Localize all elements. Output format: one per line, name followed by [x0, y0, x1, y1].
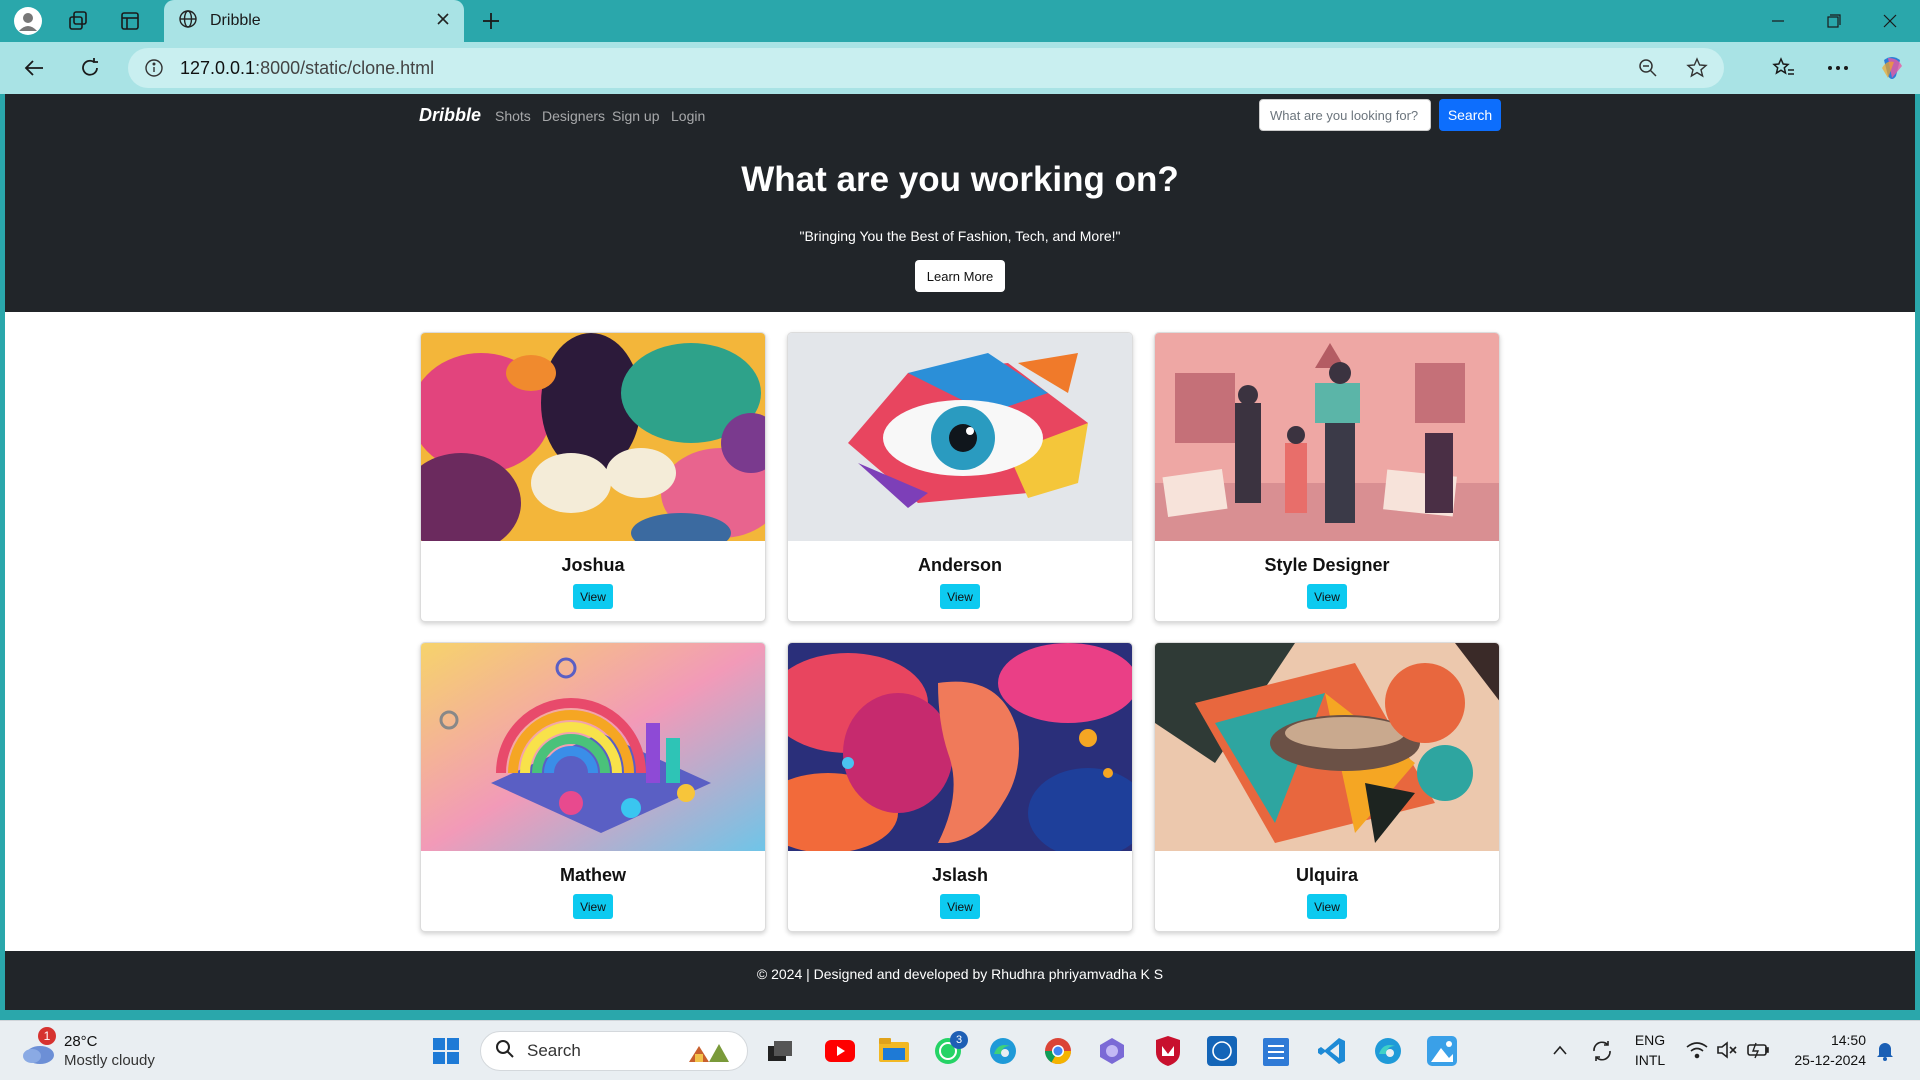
weather-desc: Mostly cloudy [64, 1052, 155, 1069]
close-tab-icon[interactable] [436, 12, 450, 31]
task-view-icon[interactable] [762, 1033, 798, 1069]
favorite-star-icon[interactable] [1686, 57, 1708, 84]
refresh-icon[interactable] [72, 51, 108, 85]
new-tab-icon[interactable] [475, 6, 507, 36]
lang-top[interactable]: ENG [1630, 1031, 1670, 1049]
card-joshua: Joshua View [420, 332, 766, 622]
dell-icon[interactable] [1204, 1033, 1240, 1069]
globe-icon [178, 9, 198, 34]
clock-date[interactable]: 25-12-2024 [1782, 1051, 1866, 1069]
profile-icon[interactable] [12, 6, 44, 36]
card-image [421, 643, 765, 851]
workspaces-icon[interactable] [62, 6, 94, 36]
clock-time[interactable]: 14:50 [1782, 1031, 1866, 1049]
browser-toolbar: 127.0.0.1:8000/static/clone.html [0, 42, 1920, 94]
address-bar[interactable]: 127.0.0.1:8000/static/clone.html [128, 48, 1724, 88]
back-icon[interactable] [16, 51, 52, 85]
card-title: Style Designer [1264, 555, 1390, 575]
nav-link-login[interactable]: Login [671, 108, 705, 124]
card-image [788, 643, 1132, 851]
copilot-icon[interactable] [1874, 51, 1910, 85]
notepad-icon[interactable] [1258, 1033, 1294, 1069]
mcafee-icon[interactable] [1150, 1033, 1186, 1069]
search-button[interactable]: Search [1439, 99, 1501, 131]
taskbar-search-label: Search [527, 1041, 581, 1060]
card-title: Ulquira [1295, 865, 1358, 885]
hero-title: What are you working on? [741, 160, 1179, 199]
card-title: Anderson [917, 555, 1002, 575]
card-title: Jslash [931, 865, 989, 885]
lang-bottom[interactable]: INTL [1630, 1051, 1670, 1069]
sync-icon[interactable] [1590, 1039, 1614, 1068]
view-button[interactable]: View [573, 584, 613, 609]
tab-actions-icon[interactable] [114, 6, 146, 36]
more-menu-icon[interactable] [1820, 51, 1856, 85]
card-title: Joshua [561, 555, 625, 575]
brand-logo[interactable]: Dribble [419, 105, 481, 126]
card-image [421, 333, 765, 541]
view-button[interactable]: View [940, 584, 980, 609]
view-button[interactable]: View [573, 894, 613, 919]
card-image [1155, 333, 1499, 541]
notification-bell-icon[interactable] [1876, 1041, 1894, 1066]
taskbar: 1 28°C Mostly cloudy Search 3 ENG INTL 1… [0, 1020, 1920, 1080]
chrome-icon[interactable] [1040, 1033, 1076, 1069]
search-input[interactable] [1259, 99, 1431, 131]
whatsapp-badge: 3 [950, 1031, 968, 1049]
card-image [788, 333, 1132, 541]
browser-tab-bar: Dribble [0, 0, 1920, 42]
wifi-icon[interactable] [1686, 1041, 1708, 1064]
card-jslash: Jslash View [787, 642, 1133, 932]
search-icon [495, 1039, 515, 1064]
card-title: Mathew [559, 865, 626, 885]
view-button[interactable]: View [940, 894, 980, 919]
card-mathew: Mathew View [420, 642, 766, 932]
favorites-icon[interactable] [1766, 51, 1802, 85]
volume-muted-icon[interactable] [1716, 1041, 1738, 1064]
page-viewport: Dribble Shots Designers Sign up Login Se… [5, 94, 1915, 1010]
weather-temp: 28°C [64, 1033, 98, 1050]
copilot-taskbar-icon[interactable] [1094, 1033, 1130, 1069]
learn-more-button[interactable]: Learn More [915, 260, 1005, 292]
vscode-icon[interactable] [1314, 1033, 1350, 1069]
edge-dev-icon[interactable] [1370, 1033, 1406, 1069]
site-header: Dribble Shots Designers Sign up Login Se… [5, 94, 1915, 312]
card-style-designer: Style Designer View [1154, 332, 1500, 622]
battery-icon[interactable] [1746, 1041, 1770, 1064]
close-window-icon[interactable] [1862, 0, 1918, 42]
youtube-icon[interactable] [822, 1033, 858, 1069]
weather-badge: 1 [38, 1027, 56, 1045]
chevron-up-icon[interactable] [1552, 1043, 1568, 1061]
zoom-icon[interactable] [1638, 58, 1658, 83]
nav-link-shots[interactable]: Shots [495, 108, 531, 124]
address-url: 127.0.0.1:8000/static/clone.html [180, 57, 435, 78]
hero-subtitle: "Bringing You the Best of Fashion, Tech,… [799, 228, 1121, 244]
photos-icon[interactable] [1424, 1033, 1460, 1069]
view-button[interactable]: View [1307, 894, 1347, 919]
taskbar-search[interactable]: Search [480, 1031, 748, 1071]
card-anderson: Anderson View [787, 332, 1133, 622]
tab-title: Dribble [210, 12, 261, 29]
nav-link-designers[interactable]: Designers [542, 108, 605, 124]
site-footer: © 2024 | Designed and developed by Rhudh… [5, 951, 1915, 1010]
view-button[interactable]: View [1307, 584, 1347, 609]
active-tab[interactable]: Dribble [164, 0, 464, 42]
edge-taskbar-icon[interactable] [985, 1033, 1021, 1069]
nav-link-signup[interactable]: Sign up [612, 108, 659, 124]
card-ulquira: Ulquira View [1154, 642, 1500, 932]
search-highlight-icon [687, 1040, 733, 1069]
card-image [1155, 643, 1499, 851]
minimize-icon[interactable] [1750, 0, 1806, 42]
start-icon[interactable] [428, 1033, 464, 1069]
file-explorer-icon[interactable] [876, 1033, 912, 1069]
restore-icon[interactable] [1806, 0, 1862, 42]
site-info-icon[interactable] [144, 58, 164, 78]
